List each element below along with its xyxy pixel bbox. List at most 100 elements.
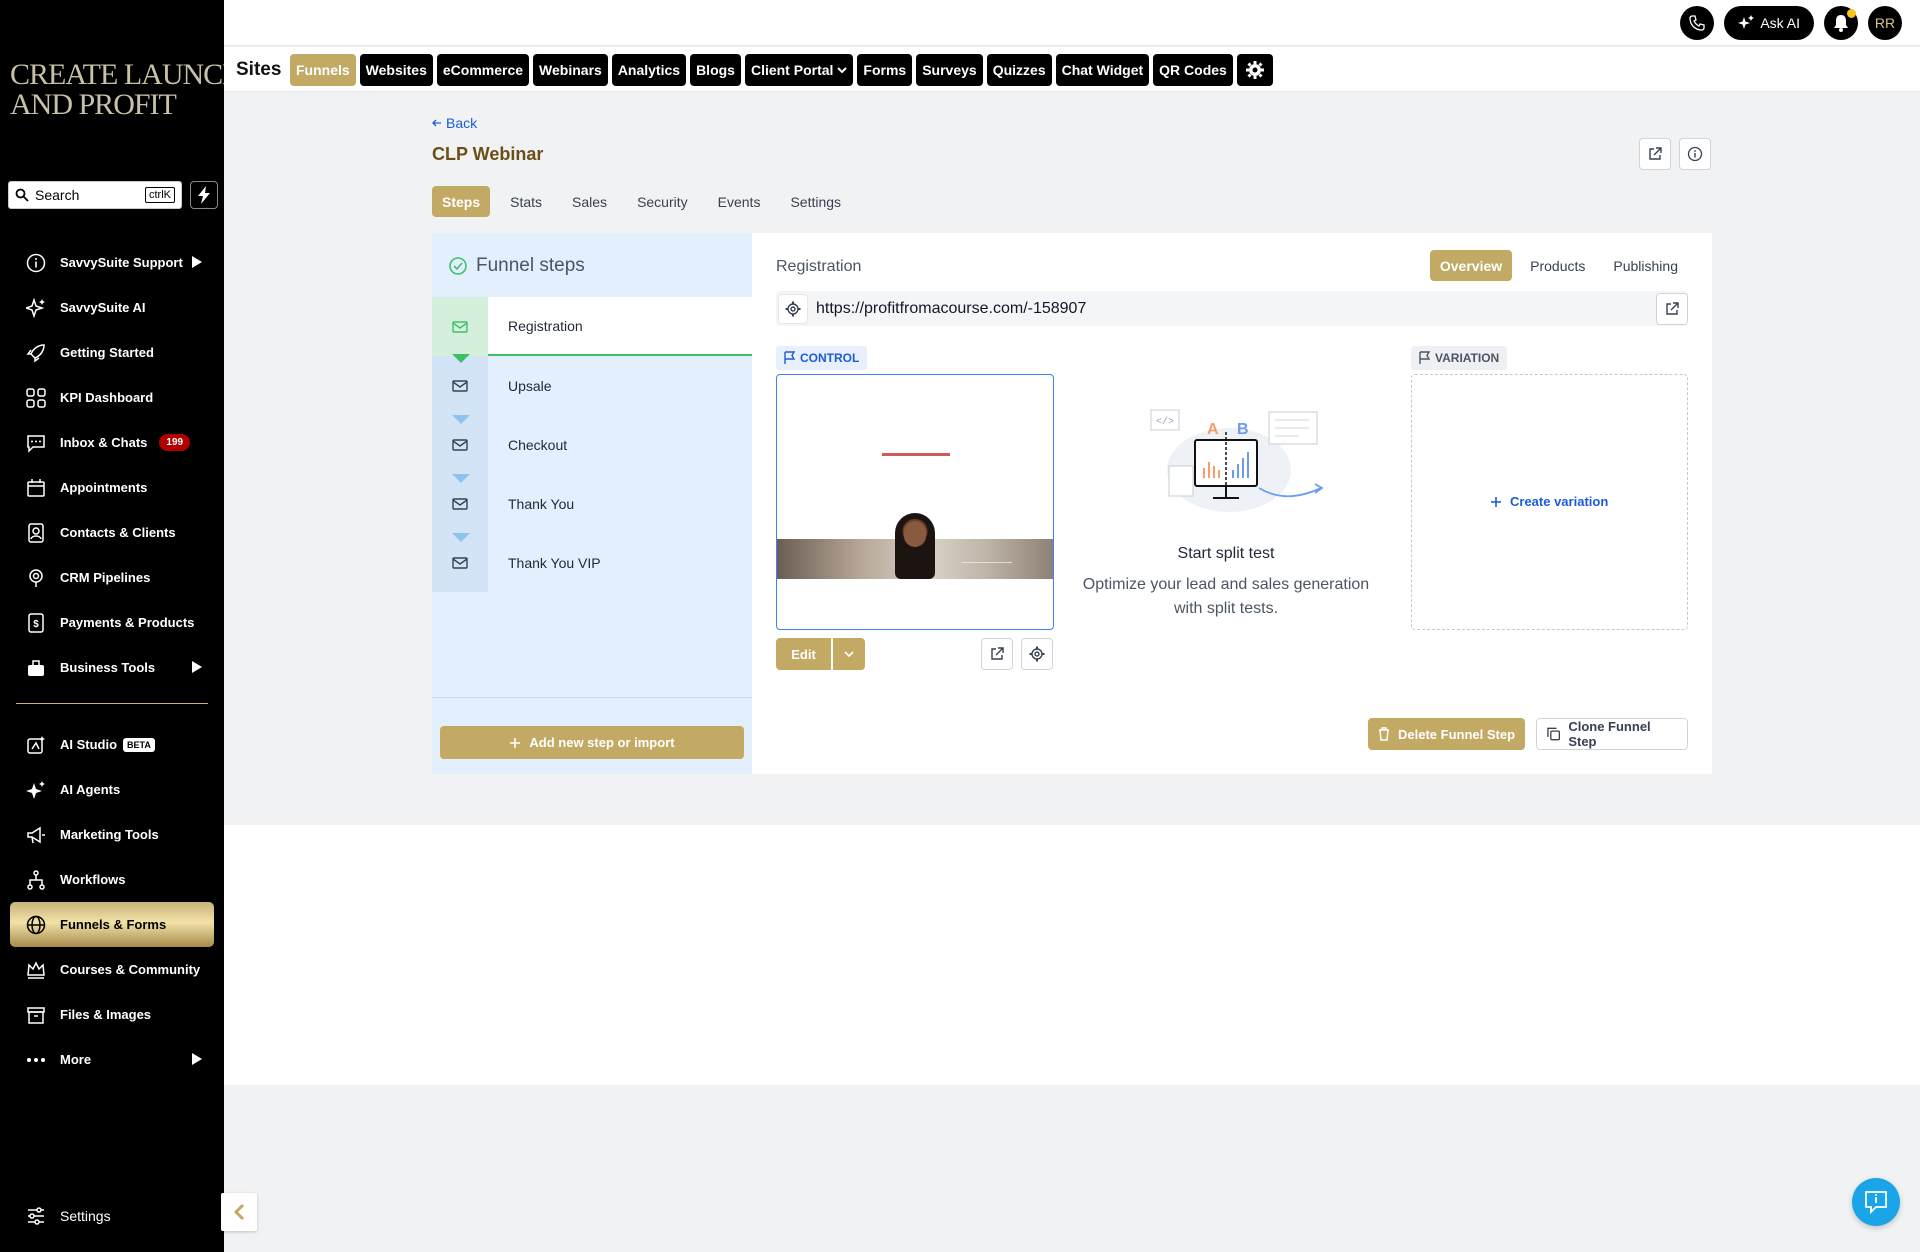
funnel-step-checkout[interactable]: Checkout [432, 415, 752, 483]
ai-studio-icon [26, 735, 46, 755]
preview-open-button[interactable] [981, 638, 1013, 670]
sidebar-item-inbox-chats[interactable]: Inbox & Chats 199 [10, 420, 214, 465]
tab-settings[interactable]: Settings [780, 186, 851, 217]
quick-actions-button[interactable] [190, 181, 218, 209]
sidebar-item-funnels-forms[interactable]: Funnels & Forms [10, 902, 214, 947]
sidebar-item-kpi-dashboard[interactable]: KPI Dashboard [10, 375, 214, 420]
funnel-step-registration[interactable]: Registration [432, 297, 752, 363]
tab-forms[interactable]: Forms [857, 54, 913, 86]
tab-chat-widget[interactable]: Chat Widget [1055, 54, 1150, 86]
sidebar-item-ai-studio[interactable]: AI Studio BETA [10, 722, 214, 767]
sites-settings-button[interactable] [1236, 54, 1273, 86]
notifications-button[interactable] [1824, 6, 1858, 40]
add-step-button[interactable]: Add new step or import [440, 726, 744, 759]
info-button[interactable] [1679, 138, 1711, 170]
variation-label: VARIATION [1435, 351, 1500, 365]
payments-icon: $ [26, 612, 46, 633]
delete-step-button[interactable]: Delete Funnel Step [1368, 718, 1526, 750]
sidebar-item-marketing-tools[interactable]: Marketing Tools [10, 812, 214, 857]
tab-stats[interactable]: Stats [500, 186, 552, 217]
edit-button[interactable]: Edit [776, 638, 831, 670]
phone-button[interactable] [1680, 6, 1715, 40]
sidebar-item-getting-started[interactable]: Getting Started [10, 330, 214, 375]
tab-qr-codes[interactable]: QR Codes [1153, 54, 1233, 86]
sidebar-item-label: Appointments [60, 480, 148, 495]
control-tag: CONTROL [776, 346, 868, 370]
sidebar-item-savvysuite-support[interactable]: SavvySuite Support [10, 240, 214, 285]
sidebar-item-workflows[interactable]: Workflows [10, 857, 214, 902]
tab-analytics[interactable]: Analytics [611, 54, 687, 86]
step-label: Checkout [508, 436, 568, 453]
workflow-icon [26, 869, 46, 890]
plus-icon [510, 737, 521, 748]
control-page-preview[interactable] [776, 374, 1054, 630]
sidebar-item-courses-community[interactable]: Courses & Community [10, 947, 214, 992]
edit-dropdown-button[interactable] [833, 638, 865, 670]
sidebar-item-label: Getting Started [60, 345, 154, 360]
sidebar-item-label: CRM Pipelines [60, 570, 151, 585]
globe-icon [26, 915, 46, 935]
sidebar-item-files-images[interactable]: Files & Images [10, 992, 214, 1037]
back-link[interactable]: Back [432, 115, 477, 131]
collapse-sidebar-button[interactable] [221, 1193, 257, 1231]
tab-funnels[interactable]: Funnels [290, 54, 356, 86]
tab-ecommerce[interactable]: eCommerce [436, 54, 530, 86]
open-url-button[interactable] [1656, 293, 1688, 325]
tab-webinars[interactable]: Webinars [533, 54, 608, 86]
funnel-step-thank-you-vip[interactable]: Thank You VIP [432, 533, 752, 592]
sidebar-item-more[interactable]: More [10, 1037, 214, 1082]
sidebar-item-savvysuite-ai[interactable]: SavvySuite AI [10, 285, 214, 330]
chevron-left-icon [233, 1203, 245, 1221]
tab-security[interactable]: Security [627, 186, 698, 217]
sidebar-item-ai-agents[interactable]: AI Agents [10, 767, 214, 812]
delete-step-label: Delete Funnel Step [1398, 726, 1516, 742]
tab-steps[interactable]: Steps [432, 186, 491, 217]
tab-websites[interactable]: Websites [359, 54, 433, 86]
tab-blogs[interactable]: Blogs [690, 54, 741, 86]
brand-logo[interactable]: CREATE LAUNCH AND PROFIT [10, 60, 244, 126]
tab-client-portal[interactable]: Client Portal [744, 54, 854, 86]
notification-dot [1847, 9, 1856, 18]
sidebar-item-appointments[interactable]: Appointments [10, 465, 214, 510]
sidebar-item-crm-pipelines[interactable]: CRM Pipelines [10, 555, 214, 600]
search-input[interactable]: Search ctrlK [8, 181, 182, 209]
sidebar-item-contacts-clients[interactable]: Contacts & Clients [10, 510, 214, 555]
funnel-steps-card: Funnel steps Registration Upsale Checkou… [432, 233, 1712, 774]
preview-portrait-face [904, 521, 926, 547]
sidebar-item-payments-products[interactable]: $ Payments & Products [10, 600, 214, 645]
steps-divider [432, 697, 752, 698]
flag-icon [1419, 351, 1431, 364]
tab-products[interactable]: Products [1520, 250, 1595, 281]
tab-overview[interactable]: Overview [1429, 250, 1513, 281]
step-label: Thank You [508, 495, 575, 512]
create-variation-button[interactable]: Create variation [1490, 494, 1608, 509]
step-url[interactable]: https://profitfromacourse.com/-158907 [816, 300, 1086, 318]
help-chat-button[interactable] [1852, 1178, 1900, 1226]
tab-events[interactable]: Events [708, 186, 771, 217]
contact-icon [26, 522, 46, 543]
tab-publishing[interactable]: Publishing [1603, 250, 1688, 281]
url-settings-button[interactable] [778, 294, 808, 324]
tab-surveys[interactable]: Surveys [916, 54, 983, 86]
lightning-icon [198, 186, 210, 204]
funnel-step-thank-you[interactable]: Thank You [432, 474, 752, 542]
external-link-icon [991, 647, 1004, 660]
expand-arrow-icon[interactable] [192, 1053, 202, 1065]
open-funnel-button[interactable] [1639, 138, 1671, 170]
ask-ai-button[interactable]: Ask AI [1724, 6, 1814, 40]
funnel-steps-heading: Funnel steps [448, 255, 585, 277]
user-avatar[interactable]: RR [1868, 6, 1902, 40]
clone-step-button[interactable]: Clone Funnel Step [1536, 718, 1688, 750]
expand-arrow-icon[interactable] [192, 661, 202, 673]
sidebar-item-business-tools[interactable]: Business Tools [10, 645, 214, 690]
expand-arrow-icon[interactable] [192, 256, 202, 268]
funnel-steps-title: Funnel steps [476, 255, 585, 276]
tab-sales[interactable]: Sales [562, 186, 617, 217]
info-icon [26, 253, 46, 273]
chevron-down-icon [844, 651, 854, 658]
tab-quizzes[interactable]: Quizzes [986, 54, 1052, 86]
toolbox-icon [26, 658, 46, 678]
sidebar-item-settings[interactable]: Settings [10, 1193, 214, 1238]
funnel-step-upsale[interactable]: Upsale [432, 356, 752, 424]
preview-settings-button[interactable] [1021, 638, 1053, 670]
